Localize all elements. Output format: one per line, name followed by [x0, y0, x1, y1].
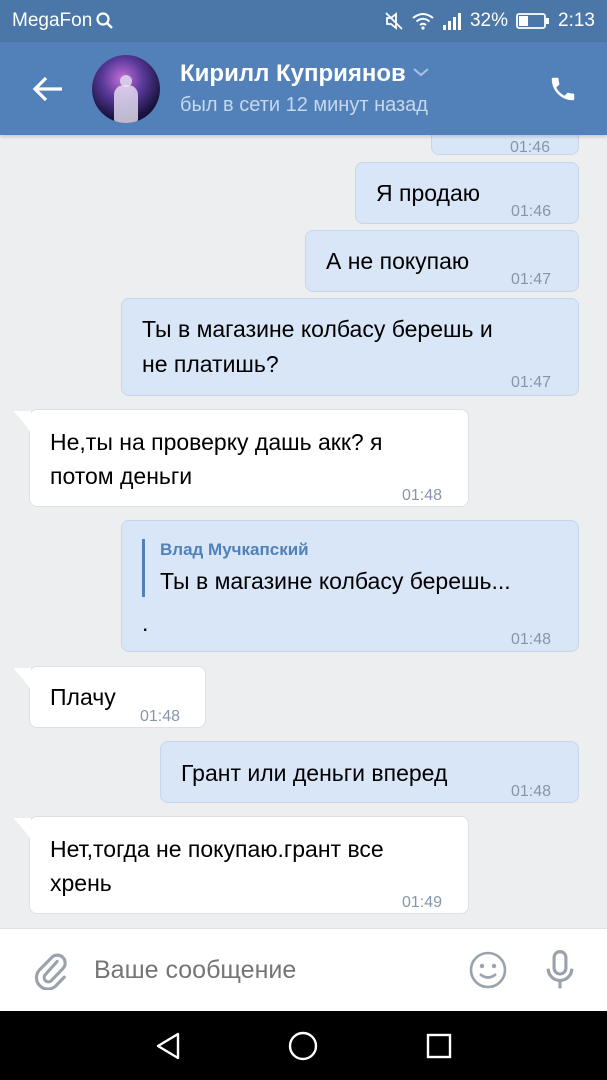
- message-text-line-1: Не,ты на проверку дашь акк? я: [50, 429, 383, 455]
- reply-quote-bar: [142, 539, 145, 597]
- chevron-down-icon: [412, 65, 430, 83]
- message-time: 01:48: [402, 487, 443, 504]
- message-bubble[interactable]: Грант или деньги вперед 01:48: [160, 741, 579, 803]
- battery-icon: [516, 12, 550, 30]
- emoji-button[interactable]: [463, 945, 513, 995]
- system-navigation-bar: [0, 1011, 607, 1080]
- peer-status: был в сети 12 минут назад: [180, 94, 428, 116]
- message-text: Я продаю: [376, 180, 480, 206]
- message-time: 01:48: [511, 631, 552, 648]
- message-input[interactable]: [94, 945, 463, 995]
- circle-home-icon: [289, 1031, 318, 1060]
- message-bubble[interactable]: Плачу 01:48: [29, 666, 206, 728]
- message-text-line-2: не платишь?: [142, 351, 279, 377]
- message-time: 01:47: [511, 374, 552, 391]
- message-text: Грант или деньги вперед: [181, 760, 448, 786]
- reply-text[interactable]: Ты в магазине колбасу берешь...: [160, 563, 511, 599]
- message-text-line-2: потом деньги: [50, 463, 193, 489]
- message-text-line-1: Ты в магазине колбасу берешь и: [142, 316, 493, 342]
- battery-percent: 32%: [469, 10, 509, 31]
- avatar[interactable]: [92, 54, 160, 123]
- message-time: 01:49: [402, 894, 443, 911]
- nav-back-button[interactable]: [143, 1021, 193, 1071]
- clock: 2:13: [558, 10, 595, 31]
- message-time: 01:48: [140, 708, 181, 725]
- mute-icon: [384, 11, 404, 31]
- message-bubble[interactable]: А не покупаю 01:47: [305, 230, 579, 292]
- signal-icon: [442, 12, 462, 30]
- message-bubble[interactable]: Я продаю 01:46: [355, 162, 579, 224]
- bubble-tail: [13, 668, 31, 690]
- message-bubble[interactable]: Ты в магазине колбасу берешь и не платиш…: [121, 298, 579, 396]
- wifi-icon: [412, 12, 434, 30]
- carrier-group: MegaFon: [12, 10, 114, 32]
- smile-icon: [469, 951, 507, 989]
- message-bubble[interactable]: Не,ты на проверку дашь акк? я потом день…: [29, 409, 469, 507]
- bubble-tail: [13, 411, 31, 433]
- voice-button[interactable]: [535, 945, 585, 995]
- search-icon: [96, 12, 114, 30]
- reply-author[interactable]: Влад Мучкапский: [160, 539, 309, 561]
- message-time: 01:48: [511, 783, 552, 800]
- square-recents-icon: [426, 1033, 452, 1058]
- message-time: 01:47: [511, 271, 552, 288]
- message-composer: [0, 928, 607, 1011]
- status-icons: 32% 2:13: [384, 10, 595, 32]
- message-text: .: [142, 610, 149, 636]
- message-list[interactable]: 01:46 Я продаю 01:46 А не покупаю 01:47 …: [0, 135, 607, 928]
- call-button[interactable]: [543, 69, 583, 109]
- peer-info[interactable]: Кирилл Куприянов был в сети 12 минут наз…: [180, 60, 430, 117]
- message-bubble[interactable]: Влад Мучкапский Ты в магазине колбасу бе…: [121, 520, 579, 652]
- message-bubble[interactable]: Нет,тогда не покупаю.грант все хрень 01:…: [29, 816, 469, 914]
- message-bubble[interactable]: 01:46: [431, 135, 579, 156]
- back-button[interactable]: [18, 59, 78, 119]
- message-text-line-2: хрень: [50, 870, 112, 896]
- triangle-back-icon: [156, 1032, 180, 1059]
- carrier-name: MegaFon: [12, 10, 93, 31]
- nav-home-button[interactable]: [278, 1021, 328, 1071]
- peer-name: Кирилл Куприянов: [180, 60, 406, 87]
- message-time: 01:46: [511, 203, 552, 220]
- status-bar: MegaFon 32% 2:13: [0, 0, 607, 42]
- phone-icon: [551, 77, 575, 100]
- attach-button[interactable]: [20, 940, 80, 1000]
- microphone-icon: [546, 950, 574, 989]
- message-text: А не покупаю: [326, 248, 470, 274]
- message-text: Плачу: [50, 684, 116, 710]
- paperclip-icon: [34, 953, 67, 990]
- nav-recents-button[interactable]: [414, 1021, 464, 1071]
- arrow-left-icon: [32, 76, 62, 101]
- message-text-line-1: Нет,тогда не покупаю.грант все: [50, 836, 384, 862]
- chat-header: Кирилл Куприянов был в сети 12 минут наз…: [0, 42, 607, 135]
- bubble-tail: [13, 818, 31, 840]
